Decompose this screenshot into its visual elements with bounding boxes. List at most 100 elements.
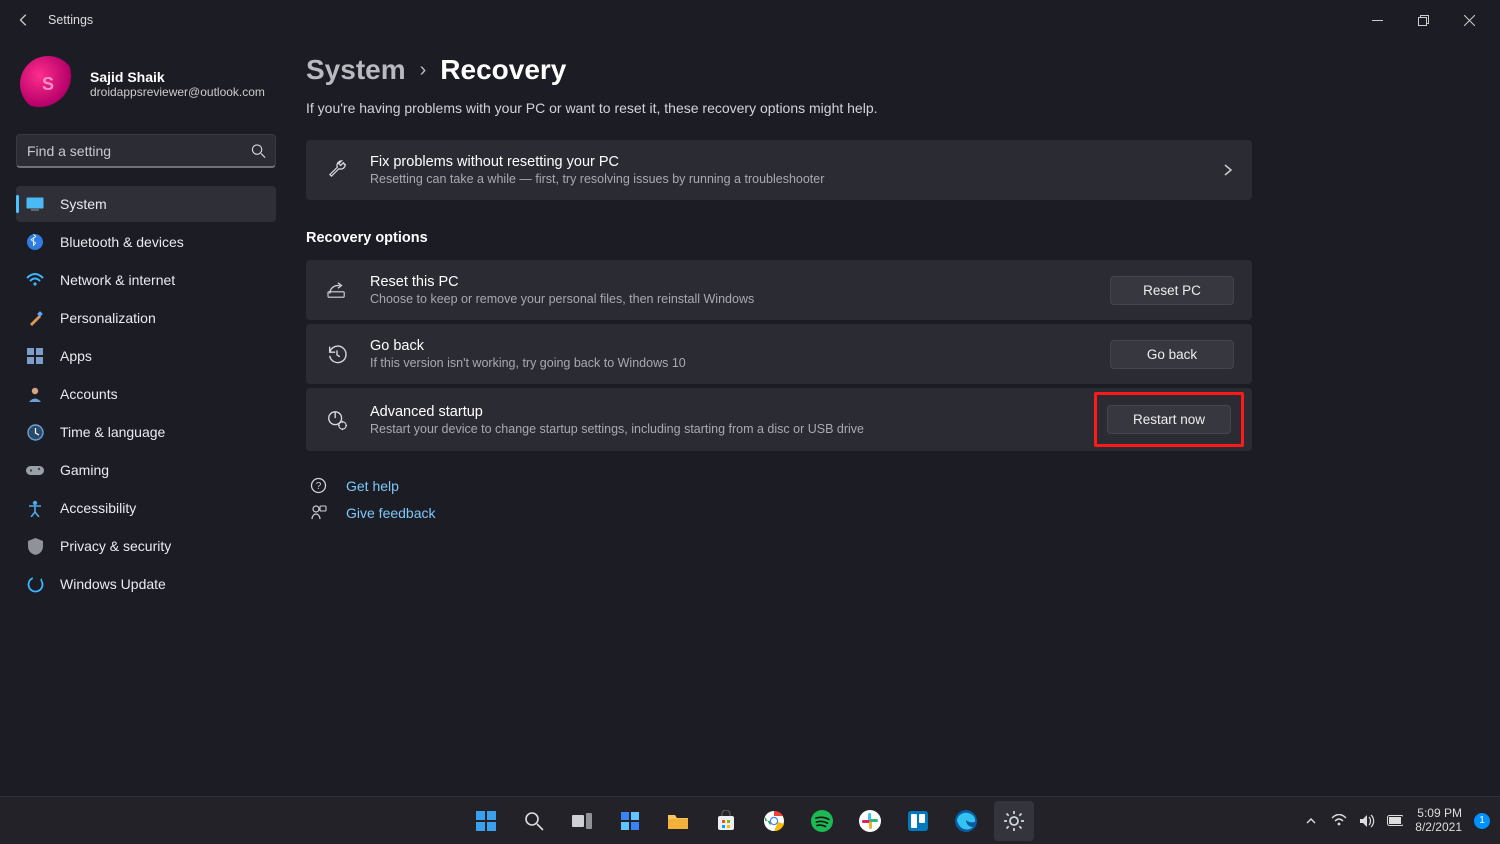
option-desc: If this version isn't working, try going… [370,356,1090,370]
option-title: Advanced startup [370,404,1084,420]
page-intro: If you're having problems with your PC o… [306,100,1452,116]
user-email: droidappsreviewer@outlook.com [90,85,265,99]
footer-links: ? Get help Give feedback [306,477,1452,521]
reset-pc-button[interactable]: Reset PC [1110,276,1234,305]
taskbar-search[interactable] [514,801,554,841]
taskbar-taskview[interactable] [562,801,602,841]
trello-icon [907,810,929,832]
breadcrumb-parent[interactable]: System [306,54,406,86]
avatar: S [20,56,76,112]
taskbar-store[interactable] [706,801,746,841]
sidebar-item-label: Gaming [60,462,109,478]
sidebar-item-windows-update[interactable]: Windows Update [16,566,276,602]
globe-clock-icon [26,423,44,441]
option-desc: Restart your device to change startup se… [370,422,1084,436]
taskbar-spotify[interactable] [802,801,842,841]
user-block[interactable]: S Sajid Shaik droidappsreviewer@outlook.… [16,48,276,130]
sidebar-item-privacy[interactable]: Privacy & security [16,528,276,564]
sidebar-item-time-language[interactable]: Time & language [16,414,276,450]
go-back-button[interactable]: Go back [1110,340,1234,369]
help-icon: ? [308,477,328,494]
taskbar-explorer[interactable] [658,801,698,841]
restart-now-button[interactable]: Restart now [1107,405,1231,434]
give-feedback-link[interactable]: Give feedback [306,504,1452,521]
section-header: Recovery options [306,230,1452,246]
slack-icon [859,810,881,832]
start-button[interactable] [466,801,506,841]
option-reset-pc: Reset this PC Choose to keep or remove y… [306,260,1252,320]
sidebar-item-personalization[interactable]: Personalization [16,300,276,336]
sidebar-item-label: Bluetooth & devices [60,234,184,250]
sidebar-item-label: Windows Update [60,576,166,592]
widgets-icon [619,810,641,832]
close-icon [1464,15,1475,26]
option-advanced-startup: Advanced startup Restart your device to … [306,388,1252,451]
sidebar-item-label: Privacy & security [60,538,171,554]
fix-problems-card[interactable]: Fix problems without resetting your PC R… [306,140,1252,200]
sidebar-item-system[interactable]: System [16,186,276,222]
minimize-button[interactable] [1354,4,1400,36]
sidebar: S Sajid Shaik droidappsreviewer@outlook.… [0,40,290,796]
user-name: Sajid Shaik [90,69,265,85]
power-gear-icon [324,409,350,431]
tray-battery-icon[interactable] [1387,813,1403,829]
clock-time: 5:09 PM [1415,807,1462,821]
chrome-icon [763,810,785,832]
folder-icon [666,811,690,831]
minimize-icon [1372,15,1383,26]
back-button[interactable] [8,4,40,36]
option-go-back: Go back If this version isn't working, t… [306,324,1252,384]
card-desc: Resetting can take a while — first, try … [370,172,1202,186]
page-title: Recovery [440,54,566,86]
sidebar-item-accessibility[interactable]: Accessibility [16,490,276,526]
get-help-link[interactable]: ? Get help [306,477,1452,494]
sidebar-item-apps[interactable]: Apps [16,338,276,374]
sidebar-item-label: Network & internet [60,272,175,288]
arrow-left-icon [17,13,31,27]
taskbar-widgets[interactable] [610,801,650,841]
tray-chevron-up-icon[interactable] [1303,813,1319,829]
store-icon [715,810,737,832]
content: System › Recovery If you're having probl… [290,40,1500,796]
taskbar: 5:09 PM 8/2/2021 1 [0,796,1500,844]
search-input[interactable] [16,134,276,168]
taskbar-trello[interactable] [898,801,938,841]
sidebar-item-label: System [60,196,107,212]
update-icon [26,575,44,593]
window-title: Settings [48,13,93,27]
wifi-icon [26,271,44,289]
sidebar-item-bluetooth[interactable]: Bluetooth & devices [16,224,276,260]
shield-icon [26,537,44,555]
taskbar-slack[interactable] [850,801,890,841]
option-title: Go back [370,338,1090,354]
accessibility-icon [26,499,44,517]
taskbar-chrome[interactable] [754,801,794,841]
sidebar-item-gaming[interactable]: Gaming [16,452,276,488]
spotify-icon [811,810,833,832]
link-label: Get help [346,478,399,494]
display-icon [26,195,44,213]
sidebar-item-label: Accessibility [60,500,136,516]
person-icon [26,385,44,403]
taskbar-edge[interactable] [946,801,986,841]
tray-wifi-icon[interactable] [1331,813,1347,829]
taskbar-clock[interactable]: 5:09 PM 8/2/2021 [1415,807,1462,835]
clock-date: 8/2/2021 [1415,821,1462,835]
chevron-right-icon: › [420,59,427,82]
notification-badge[interactable]: 1 [1474,813,1490,829]
apps-icon [26,347,44,365]
feedback-icon [308,504,328,521]
reset-pc-icon [324,281,350,299]
wrench-icon [324,159,350,181]
chevron-right-icon [1222,164,1234,176]
breadcrumb: System › Recovery [306,54,1452,86]
sidebar-item-accounts[interactable]: Accounts [16,376,276,412]
maximize-button[interactable] [1400,4,1446,36]
windows-icon [474,809,498,833]
sidebar-item-network[interactable]: Network & internet [16,262,276,298]
taskbar-settings[interactable] [994,801,1034,841]
tray-volume-icon[interactable] [1359,813,1375,829]
taskbar-right: 5:09 PM 8/2/2021 1 [1303,807,1490,835]
search-icon [524,811,544,831]
close-button[interactable] [1446,4,1492,36]
